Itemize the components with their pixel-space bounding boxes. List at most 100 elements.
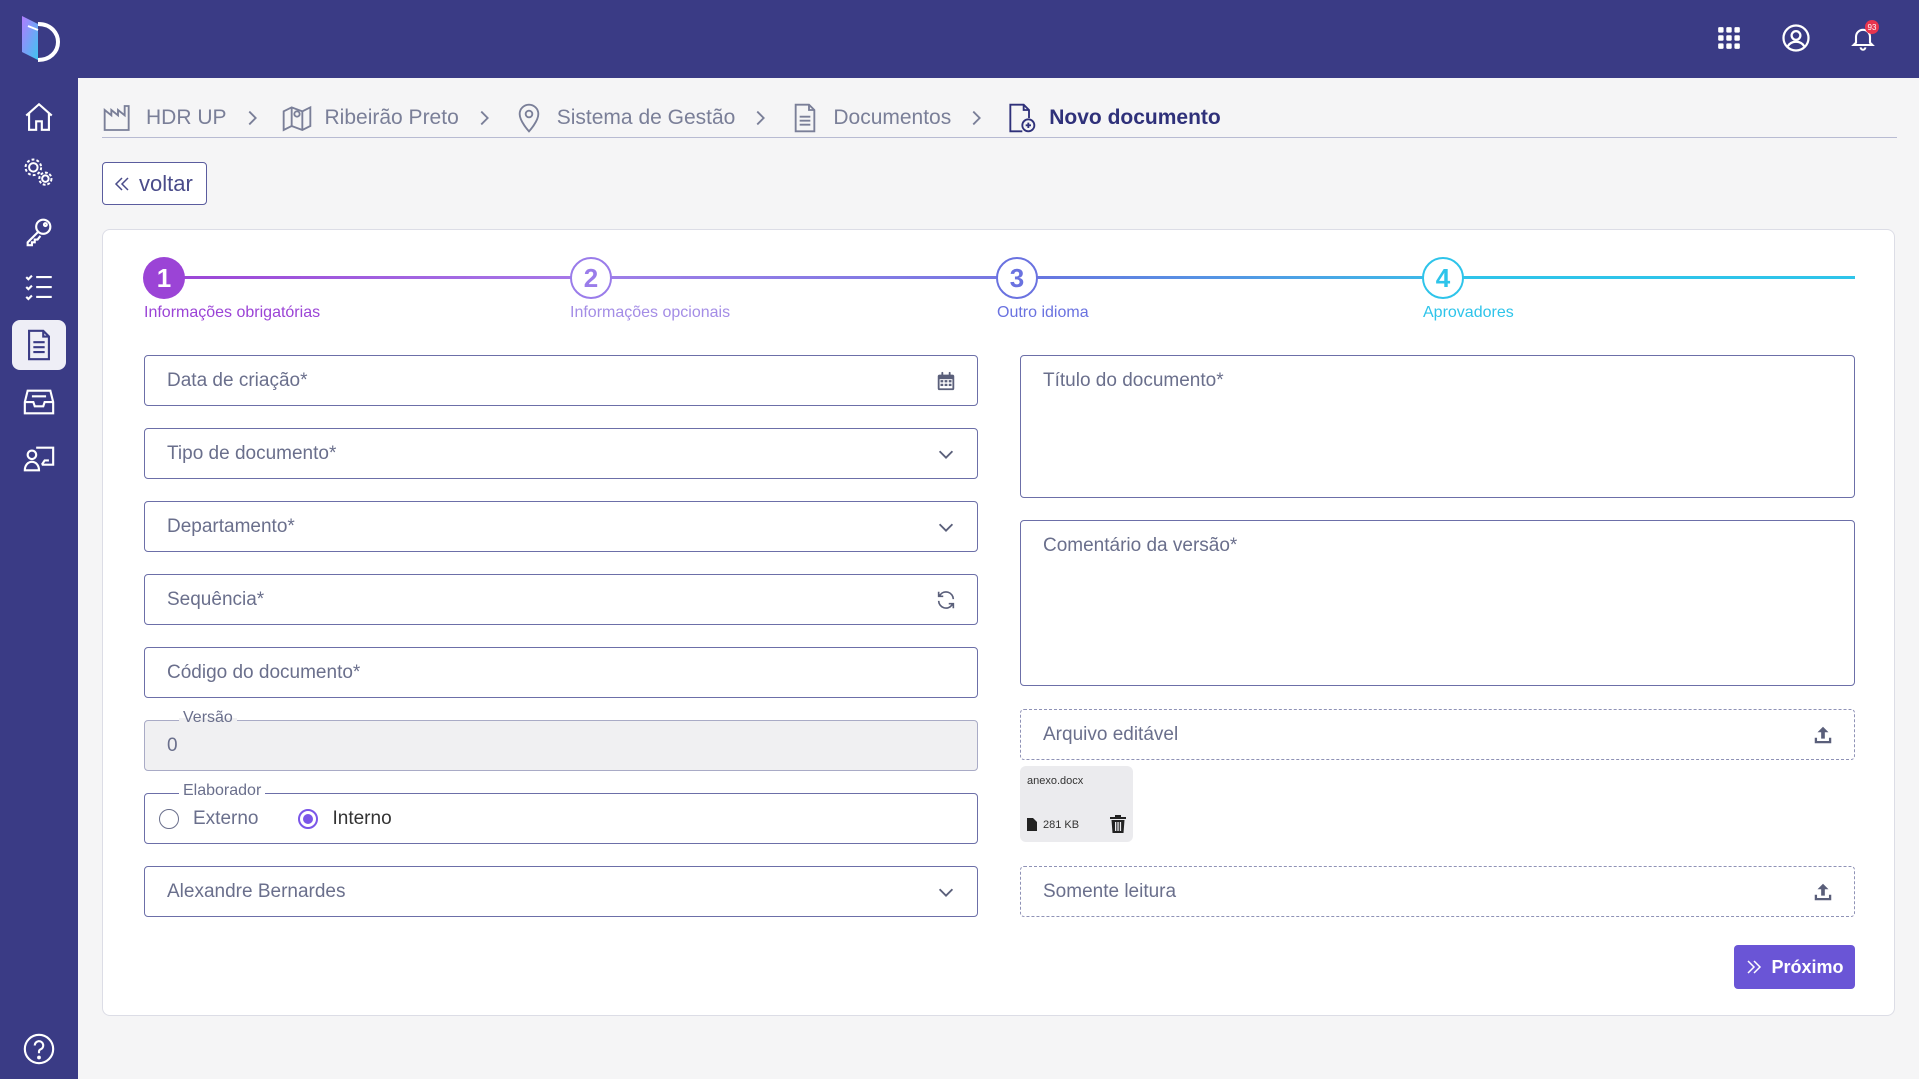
stepper-connector [1017,276,1423,279]
step-2-circle[interactable]: 2 [570,257,612,299]
stepper-connector [165,276,571,279]
breadcrumb-item-system[interactable]: Sistema de Gestão [513,102,736,134]
document-type-select[interactable]: Tipo de documento* [144,428,978,479]
creation-date-field[interactable]: Data de criação* [144,355,978,406]
breadcrumb-label: Ribeirão Preto [324,105,459,129]
breadcrumb-item-documents[interactable]: Documentos [789,102,951,134]
factory-icon [103,104,130,131]
department-placeholder: Departamento* [167,515,295,537]
document-code-field[interactable]: Código do documento* [144,647,978,698]
file-icon [795,103,816,132]
calendar-icon[interactable] [935,370,957,392]
file-icon [1027,818,1037,831]
checklist-icon [25,274,52,301]
radio-label: Interno [332,807,392,829]
chevron-down-icon [938,888,954,897]
author-option-external[interactable]: Externo [159,808,258,830]
attached-file-name: anexo.docx [1027,775,1084,787]
grid-icon[interactable] [1711,20,1747,56]
radio-button[interactable] [298,808,319,829]
breadcrumb-item-unit[interactable]: Ribeirão Preto [281,102,459,134]
read-only-file-upload[interactable]: Somente leitura [1020,866,1855,917]
breadcrumb-label: Documentos [833,105,952,129]
radio-label: Externo [193,807,259,829]
next-button-label: Próximo [1771,956,1844,977]
upload-icon[interactable] [1812,881,1834,903]
step-1-circle[interactable]: 1 [143,257,185,299]
version-value: 0 [167,734,178,756]
responsible-select[interactable]: Alexandre Bernardes [144,866,978,917]
editable-file-placeholder: Arquivo editável [1043,723,1179,745]
back-button[interactable]: voltar [102,162,207,205]
sidebar-item-settings[interactable] [12,148,66,198]
sidebar-help[interactable] [12,1024,66,1074]
sequence-placeholder: Sequência* [167,588,265,610]
breadcrumb: HDR UP Ribeirão Preto Sistema de Gestão … [102,98,1897,138]
back-button-label: voltar [139,170,193,196]
refresh-icon[interactable] [935,589,957,611]
next-button[interactable]: Próximo [1734,945,1855,989]
map-icon [282,105,311,132]
author-option-internal[interactable]: Interno [298,807,392,830]
read-only-file-placeholder: Somente leitura [1043,880,1177,902]
step-2-label: Informações opcionais [570,304,731,321]
step-4-label: Aprovadores [1423,304,1514,321]
document-type-placeholder: Tipo de documento* [167,442,337,464]
author-radio-group: Elaborador Externo Interno [144,782,978,844]
gears-icon [24,158,53,186]
stepper-connector [591,276,997,279]
sidebar-item-inbox[interactable] [12,377,66,427]
bell-icon[interactable]: 93 [1845,20,1881,56]
double-chevron-right-icon [1747,960,1762,974]
notification-badge: 93 [1865,20,1879,34]
version-label: Versão [179,709,237,727]
chevron-right-icon [972,110,982,125]
version-field: Versão 0 [144,709,978,771]
sidebar-item-home[interactable] [12,92,66,142]
department-select[interactable]: Departamento* [144,501,978,552]
key-icon [26,218,52,247]
file-add-icon [1009,103,1036,132]
breadcrumb-label: HDR UP [146,105,227,129]
step-4-circle[interactable]: 4 [1422,257,1464,299]
location-pin-icon [518,103,540,133]
editable-file-upload[interactable]: Arquivo editável [1020,709,1855,760]
chevron-down-icon [938,523,954,532]
trash-icon[interactable] [1110,815,1126,833]
sequence-field[interactable]: Sequência* [144,574,978,625]
upload-icon[interactable] [1812,724,1834,746]
sidebar-item-training[interactable] [12,434,66,484]
creation-date-placeholder: Data de criação* [167,369,308,391]
stepper-connector [1443,276,1855,279]
document-title-textarea[interactable]: Título do documento* [1020,355,1855,498]
author-label: Elaborador [179,782,266,800]
double-chevron-left-icon [114,176,129,191]
breadcrumb-label: Sistema de Gestão [556,105,736,129]
sidebar-item-keys[interactable] [12,206,66,256]
inbox-icon [23,389,55,415]
home-icon [25,102,53,131]
breadcrumb-item-company[interactable]: HDR UP [102,102,227,134]
attached-file-size-label: 281 KB [1043,818,1080,831]
breadcrumb-item-current: Novo documento [1005,102,1221,134]
breadcrumb-label: Novo documento [1049,105,1221,129]
chevron-right-icon [756,110,766,125]
help-icon [23,1033,55,1065]
chevron-right-icon [480,110,489,125]
radio-button[interactable] [159,808,179,829]
sidebar-item-documents[interactable] [12,320,66,370]
sidebar-item-checklist[interactable] [12,262,66,312]
step-1-label: Informações obrigatórias [144,304,321,321]
document-code-placeholder: Código do documento* [167,661,361,683]
attached-file-chip: anexo.docx 281 KB [1020,766,1133,842]
responsible-value: Alexandre Bernardes [167,880,346,902]
app-logo[interactable] [16,12,62,64]
step-3-circle[interactable]: 3 [996,257,1038,299]
chevron-right-icon [248,110,257,125]
document-icon [28,329,50,361]
user-circle-icon[interactable] [1778,20,1814,56]
version-comment-textarea[interactable]: Comentário da versão* [1020,520,1855,686]
version-comment-placeholder: Comentário da versão* [1043,535,1238,556]
document-title-placeholder: Título do documento* [1043,370,1224,391]
chevron-down-icon [938,450,954,459]
